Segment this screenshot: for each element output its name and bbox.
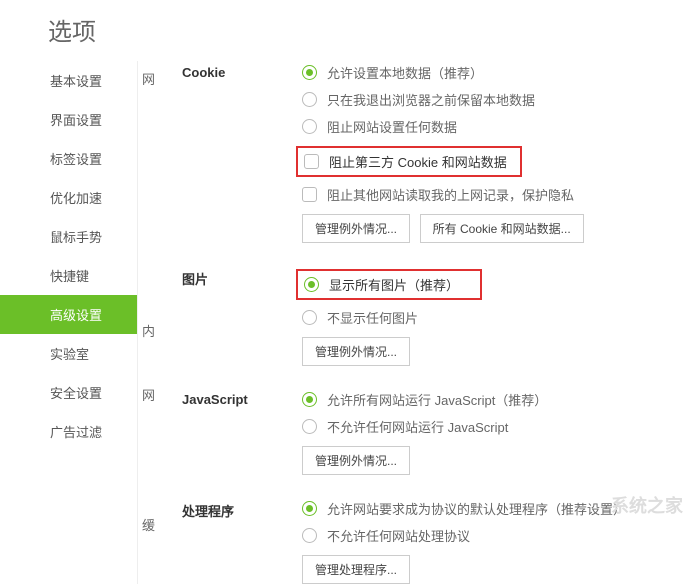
handler-opt-allow-label: 允许网站要求成为协议的默认处理程序（推荐设置） bbox=[327, 499, 626, 518]
side-label-a: 网 bbox=[142, 69, 155, 88]
cookie-opt-block[interactable]: 阻止网站设置任何数据 bbox=[302, 117, 693, 136]
cookie-opt-allow-label: 允许设置本地数据（推荐） bbox=[327, 63, 483, 82]
section-cookie-title: Cookie bbox=[182, 63, 302, 243]
cookie-check-privacy[interactable]: 阻止其他网站读取我的上网记录，保护隐私 bbox=[302, 185, 693, 204]
section-image: 图片 显示所有图片（推荐） 不显示任何图片 管理例外情况... bbox=[182, 267, 693, 366]
section-handler-title: 处理程序 bbox=[182, 499, 302, 584]
cookie-check-3rdparty-label: 阻止第三方 Cookie 和网站数据 bbox=[329, 152, 507, 171]
sidebar-item-security[interactable]: 安全设置 bbox=[0, 373, 137, 412]
radio-icon bbox=[302, 65, 317, 80]
side-label-d: 缓 bbox=[142, 515, 155, 534]
cookie-opt-session-label: 只在我退出浏览器之前保留本地数据 bbox=[327, 90, 535, 109]
sidebar-item-optimize[interactable]: 优化加速 bbox=[0, 178, 137, 217]
image-opt-hide-label: 不显示任何图片 bbox=[327, 308, 418, 327]
page-title: 选项 bbox=[0, 0, 693, 61]
js-opt-block-label: 不允许任何网站运行 JavaScript bbox=[327, 417, 508, 436]
radio-icon bbox=[302, 419, 317, 434]
checkbox-icon[interactable] bbox=[304, 154, 319, 169]
section-image-title: 图片 bbox=[182, 267, 302, 366]
side-label-b: 内 bbox=[142, 321, 155, 340]
handler-opt-block-label: 不允许任何网站处理协议 bbox=[327, 526, 470, 545]
radio-icon bbox=[302, 528, 317, 543]
section-handler: 处理程序 允许网站要求成为协议的默认处理程序（推荐设置） 不允许任何网站处理协议… bbox=[182, 499, 693, 584]
section-js: JavaScript 允许所有网站运行 JavaScript（推荐） 不允许任何… bbox=[182, 390, 693, 475]
section-js-title: JavaScript bbox=[182, 390, 302, 475]
radio-icon bbox=[302, 92, 317, 107]
js-opt-allow[interactable]: 允许所有网站运行 JavaScript（推荐） bbox=[302, 390, 693, 409]
cookie-opt-session[interactable]: 只在我退出浏览器之前保留本地数据 bbox=[302, 90, 693, 109]
js-opt-allow-label: 允许所有网站运行 JavaScript（推荐） bbox=[327, 390, 547, 409]
handler-opt-block[interactable]: 不允许任何网站处理协议 bbox=[302, 526, 693, 545]
sidebar: 基本设置 界面设置 标签设置 优化加速 鼠标手势 快捷键 高级设置 实验室 安全… bbox=[0, 61, 138, 584]
cookie-opt-allow[interactable]: 允许设置本地数据（推荐） bbox=[302, 63, 693, 82]
content: Cookie 允许设置本地数据（推荐） 只在我退出浏览器之前保留本地数据 阻止网… bbox=[174, 61, 693, 584]
highlight-block-3rd-party: 阻止第三方 Cookie 和网站数据 bbox=[296, 146, 522, 177]
sidebar-item-lab[interactable]: 实验室 bbox=[0, 334, 137, 373]
checkbox-icon bbox=[302, 187, 317, 202]
sidebar-item-basic[interactable]: 基本设置 bbox=[0, 61, 137, 100]
sidebar-item-ui[interactable]: 界面设置 bbox=[0, 100, 137, 139]
handler-btn-manage[interactable]: 管理处理程序... bbox=[302, 555, 410, 584]
radio-icon bbox=[302, 392, 317, 407]
cookie-btn-alldata[interactable]: 所有 Cookie 和网站数据... bbox=[420, 214, 584, 243]
cookie-check-privacy-label: 阻止其他网站读取我的上网记录，保护隐私 bbox=[327, 185, 574, 204]
cookie-btn-exceptions[interactable]: 管理例外情况... bbox=[302, 214, 410, 243]
side-label-c: 网 bbox=[142, 385, 155, 404]
cookie-opt-block-label: 阻止网站设置任何数据 bbox=[327, 117, 457, 136]
image-opt-show-label: 显示所有图片（推荐） bbox=[329, 275, 459, 294]
sidebar-item-shortcut[interactable]: 快捷键 bbox=[0, 256, 137, 295]
radio-icon bbox=[302, 119, 317, 134]
radio-icon bbox=[302, 310, 317, 325]
radio-icon[interactable] bbox=[304, 277, 319, 292]
sidebar-item-advanced[interactable]: 高级设置 bbox=[0, 295, 137, 334]
highlight-show-images: 显示所有图片（推荐） bbox=[296, 269, 482, 300]
sidebar-item-mouse[interactable]: 鼠标手势 bbox=[0, 217, 137, 256]
section-cookie: Cookie 允许设置本地数据（推荐） 只在我退出浏览器之前保留本地数据 阻止网… bbox=[182, 63, 693, 243]
image-btn-exceptions[interactable]: 管理例外情况... bbox=[302, 337, 410, 366]
handler-opt-allow[interactable]: 允许网站要求成为协议的默认处理程序（推荐设置） bbox=[302, 499, 693, 518]
radio-icon bbox=[302, 501, 317, 516]
sidebar-item-tabs[interactable]: 标签设置 bbox=[0, 139, 137, 178]
sidebar-item-adblock[interactable]: 广告过滤 bbox=[0, 412, 137, 451]
js-btn-exceptions[interactable]: 管理例外情况... bbox=[302, 446, 410, 475]
image-opt-hide[interactable]: 不显示任何图片 bbox=[302, 308, 693, 327]
js-opt-block[interactable]: 不允许任何网站运行 JavaScript bbox=[302, 417, 693, 436]
